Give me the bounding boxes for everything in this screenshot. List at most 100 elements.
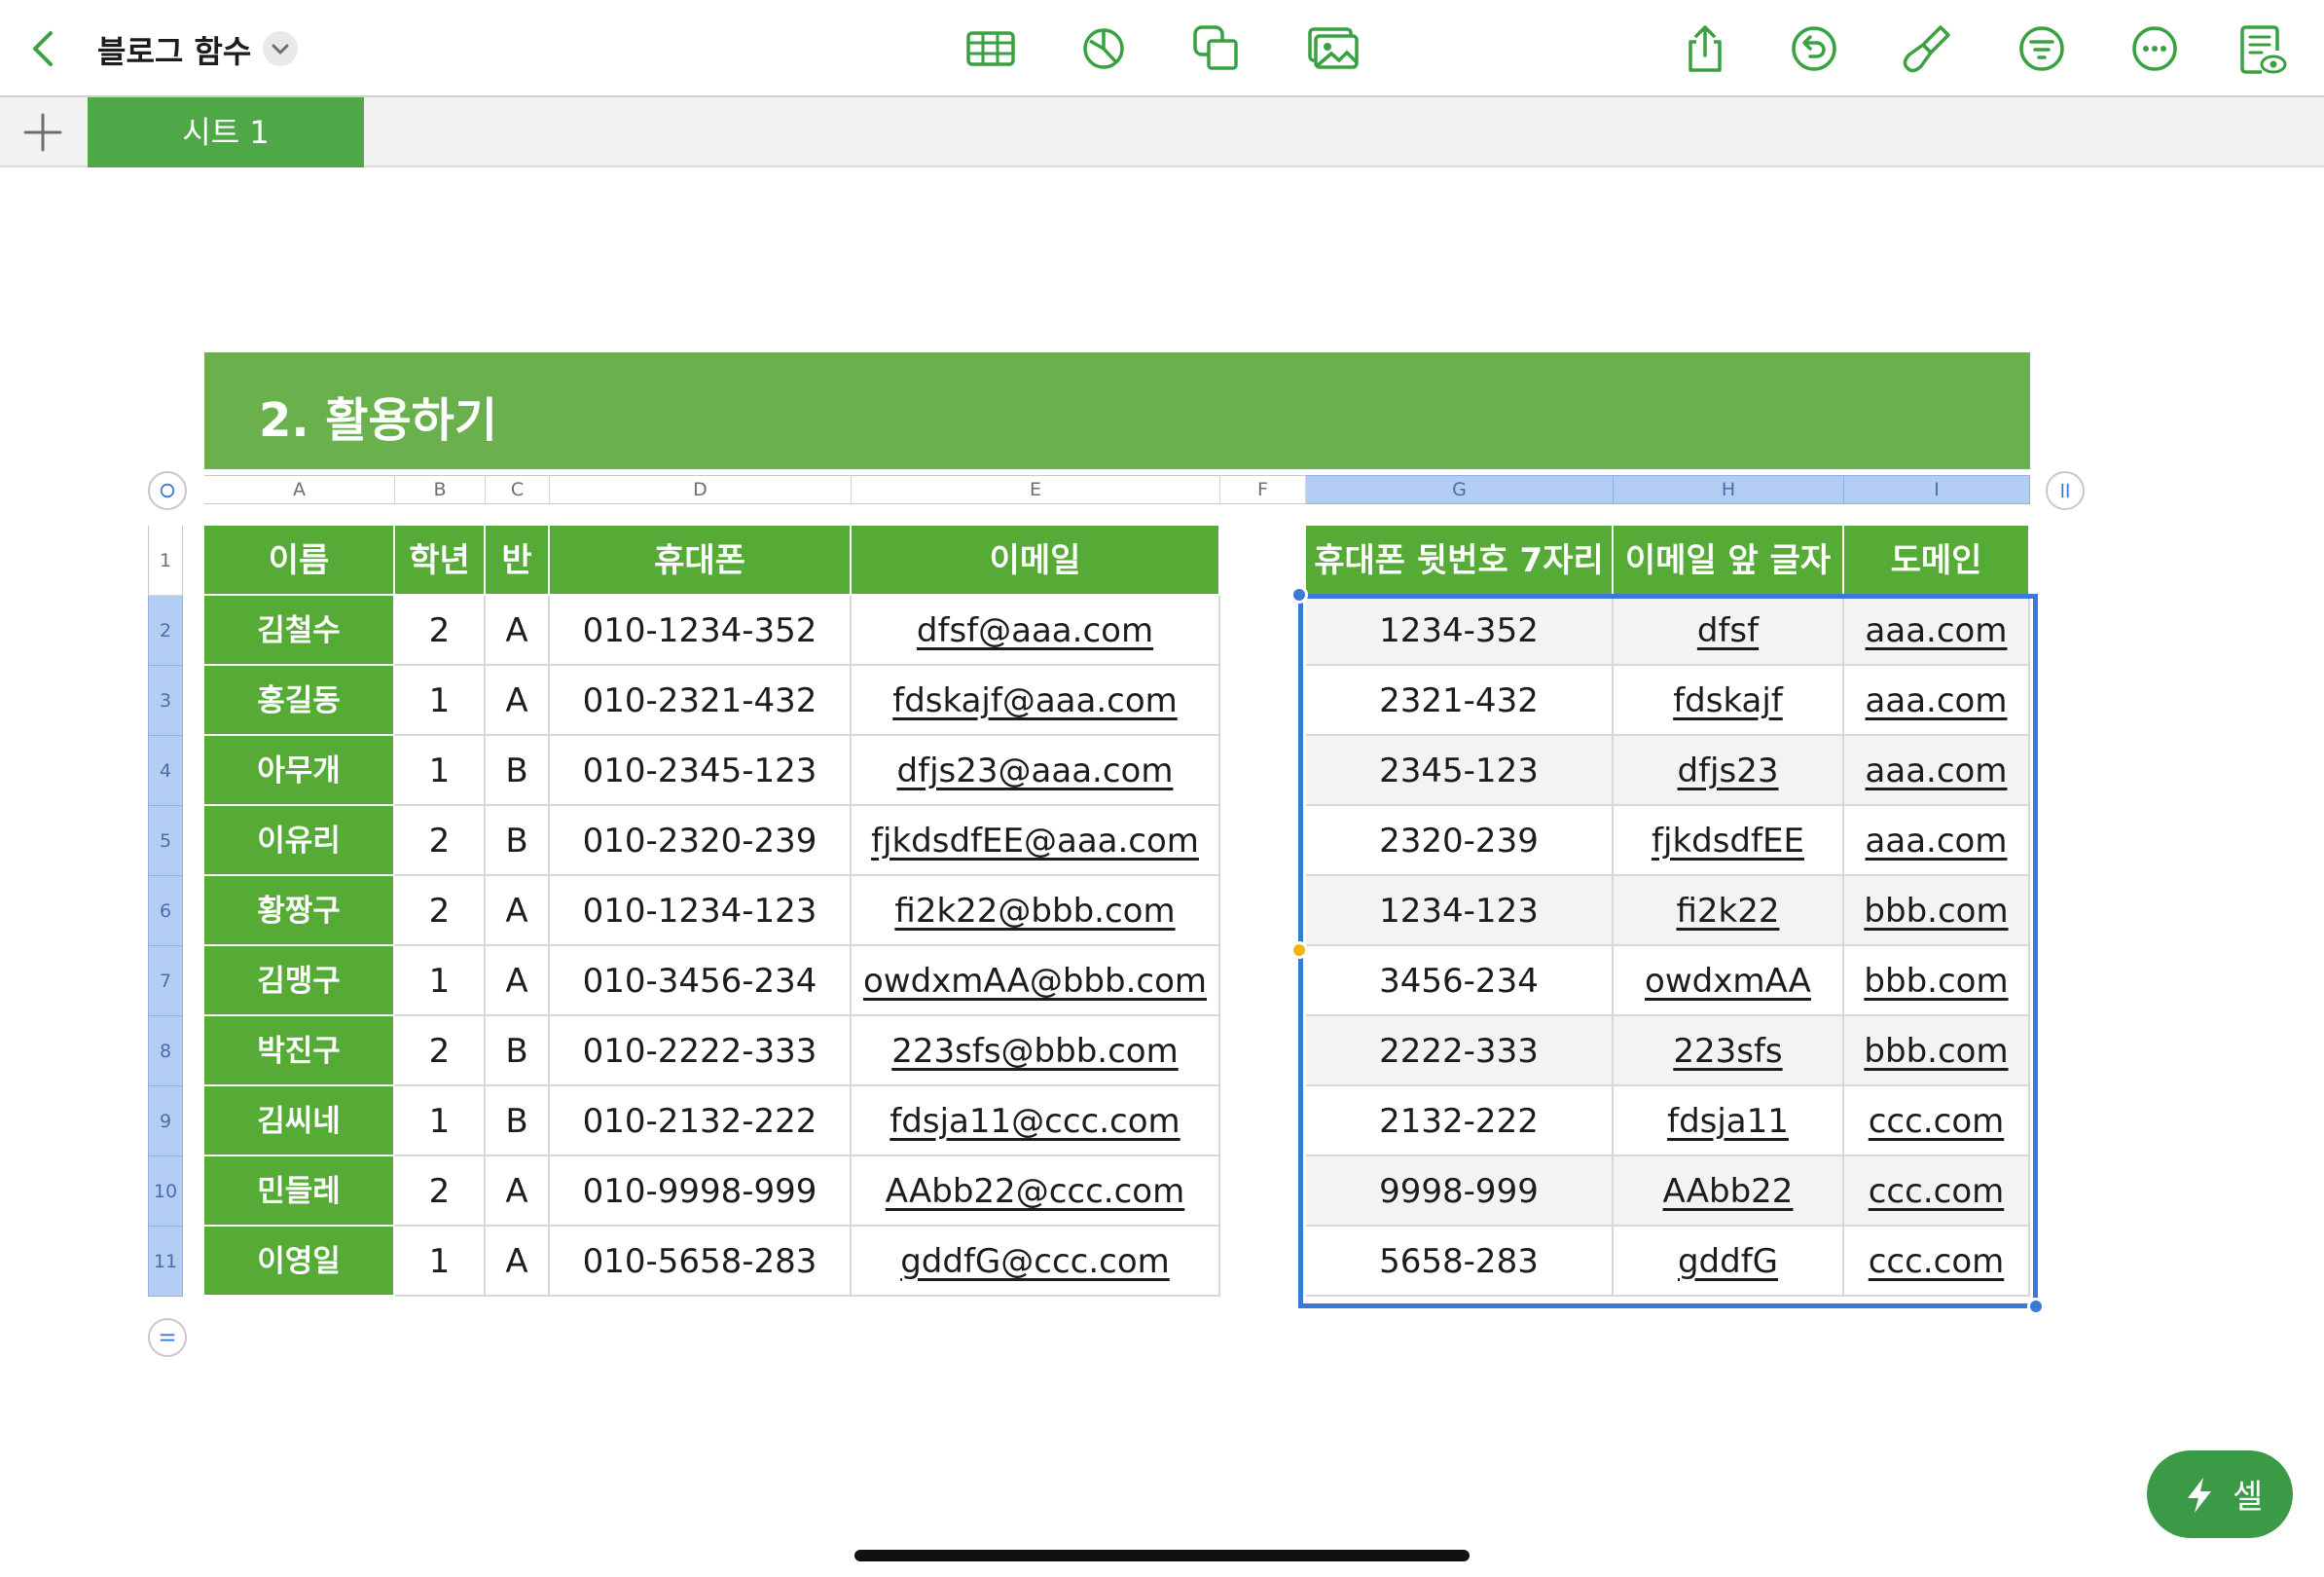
- shapes-icon[interactable]: [1189, 21, 1244, 76]
- email-cell[interactable]: AAbb22@ccc.com: [852, 1156, 1220, 1227]
- domain-cell[interactable]: aaa.com: [1844, 666, 2030, 736]
- row-header-9[interactable]: 9: [148, 1086, 183, 1156]
- grade-cell[interactable]: 1: [395, 1086, 486, 1156]
- column-header-g[interactable]: G: [1306, 475, 1614, 504]
- selection-handle-middle-left[interactable]: [1290, 941, 1308, 959]
- column-header-i[interactable]: I: [1844, 475, 2030, 504]
- phone-last7-cell[interactable]: 2222-333: [1306, 1016, 1614, 1086]
- phone-cell[interactable]: 010-2132-222: [550, 1086, 852, 1156]
- name-cell[interactable]: 이유리: [204, 806, 395, 876]
- class-cell[interactable]: A: [486, 876, 550, 946]
- document-title[interactable]: 블로그 함수: [97, 27, 251, 72]
- phone-cell[interactable]: 010-2345-123: [550, 736, 852, 806]
- row-header-3[interactable]: 3: [148, 666, 183, 736]
- email-prefix-cell[interactable]: gddfG: [1614, 1227, 1844, 1297]
- phone-last7-cell[interactable]: 9998-999: [1306, 1156, 1614, 1227]
- class-cell[interactable]: A: [486, 666, 550, 736]
- domain-cell[interactable]: bbb.com: [1844, 946, 2030, 1016]
- class-cell[interactable]: B: [486, 1086, 550, 1156]
- name-cell[interactable]: 황짱구: [204, 876, 395, 946]
- grade-cell[interactable]: 1: [395, 736, 486, 806]
- name-cell[interactable]: 박진구: [204, 1016, 395, 1086]
- header-cell-grade[interactable]: 학년: [395, 526, 486, 596]
- tab-sheet-1[interactable]: 시트 1: [88, 97, 364, 167]
- column-header-h[interactable]: H: [1614, 475, 1844, 504]
- domain-cell[interactable]: ccc.com: [1844, 1156, 2030, 1227]
- name-cell[interactable]: 김씨네: [204, 1086, 395, 1156]
- email-prefix-cell[interactable]: fi2k22: [1614, 876, 1844, 946]
- email-cell[interactable]: 223sfs@bbb.com: [852, 1016, 1220, 1086]
- more-icon[interactable]: [2127, 21, 2182, 76]
- phone-last7-cell[interactable]: 5658-283: [1306, 1227, 1614, 1297]
- cell-action-button[interactable]: 셀: [2147, 1450, 2293, 1538]
- name-cell[interactable]: 김맹구: [204, 946, 395, 1016]
- phone-cell[interactable]: 010-2320-239: [550, 806, 852, 876]
- table-select-handle[interactable]: [148, 471, 187, 510]
- column-resize-handle[interactable]: [2046, 471, 2085, 510]
- header-cell-email-prefix[interactable]: 이메일 앞 글자: [1614, 526, 1844, 596]
- class-cell[interactable]: B: [486, 806, 550, 876]
- add-sheet-icon[interactable]: [19, 109, 66, 156]
- class-cell[interactable]: A: [486, 1156, 550, 1227]
- name-cell[interactable]: 김철수: [204, 596, 395, 666]
- email-prefix-cell[interactable]: fjkdsdfEE: [1614, 806, 1844, 876]
- chevron-down-icon[interactable]: [263, 31, 298, 66]
- row-header-5[interactable]: 5: [148, 806, 183, 876]
- phone-cell[interactable]: 010-2321-432: [550, 666, 852, 736]
- email-prefix-cell[interactable]: 223sfs: [1614, 1016, 1844, 1086]
- email-cell[interactable]: fi2k22@bbb.com: [852, 876, 1220, 946]
- row-header-4[interactable]: 4: [148, 736, 183, 806]
- column-header-c[interactable]: C: [486, 475, 550, 504]
- email-cell[interactable]: fdskajf@aaa.com: [852, 666, 1220, 736]
- phone-last7-cell[interactable]: 2321-432: [1306, 666, 1614, 736]
- row-header-10[interactable]: 10: [148, 1156, 183, 1227]
- name-cell[interactable]: 홍길동: [204, 666, 395, 736]
- header-cell-domain[interactable]: 도메인: [1844, 526, 2030, 596]
- row-header-8[interactable]: 8: [148, 1016, 183, 1086]
- grade-cell[interactable]: 2: [395, 1156, 486, 1227]
- chart-icon[interactable]: [1076, 21, 1131, 76]
- phone-cell[interactable]: 010-3456-234: [550, 946, 852, 1016]
- domain-cell[interactable]: aaa.com: [1844, 736, 2030, 806]
- grade-cell[interactable]: 2: [395, 596, 486, 666]
- grade-cell[interactable]: 1: [395, 666, 486, 736]
- column-header-a[interactable]: A: [204, 475, 395, 504]
- row-header-1[interactable]: 1: [148, 526, 183, 596]
- grade-cell[interactable]: 2: [395, 1016, 486, 1086]
- organize-icon[interactable]: [2015, 21, 2069, 76]
- email-prefix-cell[interactable]: dfsf: [1614, 596, 1844, 666]
- phone-cell[interactable]: 010-2222-333: [550, 1016, 852, 1086]
- domain-cell[interactable]: ccc.com: [1844, 1086, 2030, 1156]
- table-icon[interactable]: [963, 21, 1018, 76]
- name-cell[interactable]: 민들레: [204, 1156, 395, 1227]
- email-prefix-cell[interactable]: AAbb22: [1614, 1156, 1844, 1227]
- document-view-icon[interactable]: [2234, 21, 2289, 76]
- class-cell[interactable]: A: [486, 1227, 550, 1297]
- phone-last7-cell[interactable]: 3456-234: [1306, 946, 1614, 1016]
- column-header-d[interactable]: D: [550, 475, 852, 504]
- header-cell-phone[interactable]: 휴대폰: [550, 526, 852, 596]
- phone-last7-cell[interactable]: 1234-352: [1306, 596, 1614, 666]
- header-cell-phone-last7[interactable]: 휴대폰 뒷번호 7자리: [1306, 526, 1614, 596]
- header-cell-class[interactable]: 반: [486, 526, 550, 596]
- table-title[interactable]: 2. 활용하기: [259, 382, 497, 450]
- class-cell[interactable]: A: [486, 596, 550, 666]
- domain-cell[interactable]: bbb.com: [1844, 1016, 2030, 1086]
- header-cell-name[interactable]: 이름: [204, 526, 395, 596]
- email-prefix-cell[interactable]: fdsja11: [1614, 1086, 1844, 1156]
- back-chevron-icon[interactable]: [18, 21, 72, 76]
- phone-cell[interactable]: 010-1234-123: [550, 876, 852, 946]
- phone-last7-cell[interactable]: 2132-222: [1306, 1086, 1614, 1156]
- email-prefix-cell[interactable]: fdskajf: [1614, 666, 1844, 736]
- row-header-7[interactable]: 7: [148, 946, 183, 1016]
- email-cell[interactable]: fjkdsdfEE@aaa.com: [852, 806, 1220, 876]
- grade-cell[interactable]: 1: [395, 1227, 486, 1297]
- phone-cell[interactable]: 010-5658-283: [550, 1227, 852, 1297]
- name-cell[interactable]: 아무개: [204, 736, 395, 806]
- phone-cell[interactable]: 010-1234-352: [550, 596, 852, 666]
- selection-handle-bottom-right[interactable]: [2027, 1298, 2045, 1315]
- phone-last7-cell[interactable]: 2320-239: [1306, 806, 1614, 876]
- domain-cell[interactable]: aaa.com: [1844, 596, 2030, 666]
- format-brush-icon[interactable]: [1900, 21, 1954, 76]
- media-icon[interactable]: [1306, 21, 1361, 76]
